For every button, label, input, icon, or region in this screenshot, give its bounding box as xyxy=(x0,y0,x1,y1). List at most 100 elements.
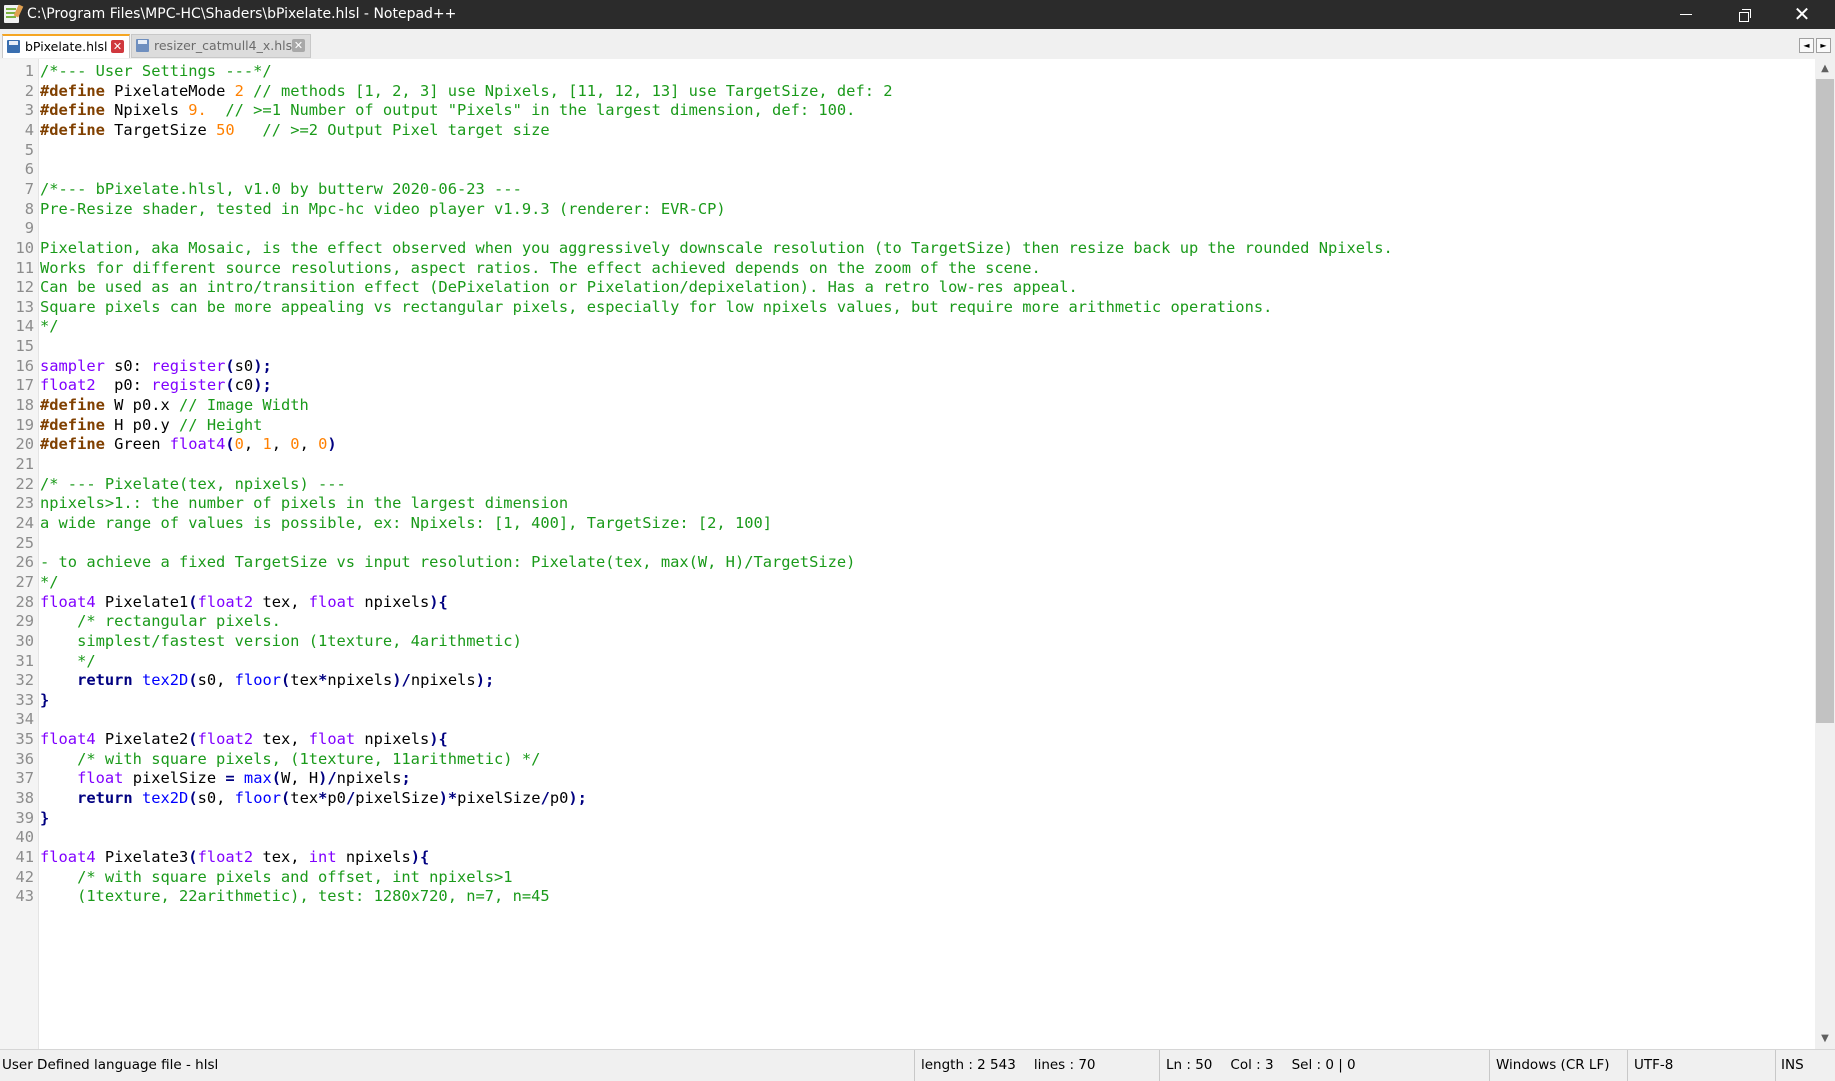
code-token-pre: #define xyxy=(40,81,105,100)
code-token-cmt: /*--- User Settings ---*/ xyxy=(40,62,272,80)
sel-value: Sel : 0 | 0 xyxy=(1291,1057,1356,1073)
restore-button[interactable] xyxy=(1715,0,1773,29)
close-icon: ✕ xyxy=(1793,2,1811,26)
eol-value: Windows (CR LF) xyxy=(1496,1057,1610,1073)
code-token-cmt: Square pixels can be more appealing vs r… xyxy=(40,297,1273,316)
code-token-op: )/ xyxy=(318,769,337,788)
status-eol[interactable]: Windows (CR LF) xyxy=(1489,1050,1627,1081)
code-token-op: ( xyxy=(188,789,198,808)
code-token-plain: tex, xyxy=(253,848,309,866)
code-token-cmt: */ xyxy=(40,651,96,670)
code-token-op: ( xyxy=(281,671,291,690)
arrow-down-icon: ▼ xyxy=(1821,1033,1829,1044)
code-token-type: float2 xyxy=(197,730,254,749)
code-token-cmt: Pre-Resize shader, tested in Mpc-hc vide… xyxy=(40,199,726,218)
scrollbar-thumb[interactable] xyxy=(1816,79,1834,723)
code-token-op: = xyxy=(225,769,235,788)
code-token-op: ( xyxy=(225,356,235,375)
code-token-plain: p0 xyxy=(549,789,569,808)
code-token-type: float xyxy=(77,769,124,788)
minimize-button[interactable] xyxy=(1657,0,1715,29)
status-length: length : 2 543 lines : 70 xyxy=(914,1050,1159,1081)
code-token-op: ( xyxy=(188,671,198,690)
code-token-fn: tex2D xyxy=(141,671,189,690)
code-token-plain: npixels xyxy=(355,592,430,611)
status-encoding[interactable]: UTF-8 xyxy=(1627,1050,1775,1081)
tab-scroll-left-button[interactable]: ◄ xyxy=(1799,38,1814,53)
code-token-plain: c0 xyxy=(234,376,254,395)
code-token-op: ) xyxy=(327,435,337,454)
code-token-cmt: a wide range of values is possible, ex: … xyxy=(40,513,773,532)
code-token-plain: pixelSize xyxy=(355,789,439,808)
code-editor[interactable]: 1 /*--- User Settings ---*/2 #define Pixel… xyxy=(0,59,1815,1049)
code-token-cmt: // Image Width xyxy=(179,396,309,415)
scroll-up-button[interactable]: ▲ xyxy=(1815,59,1835,79)
tab-scroll-right-button[interactable]: ► xyxy=(1816,38,1831,53)
status-bar: User Defined language file - hlsl length… xyxy=(0,1049,1835,1081)
code-token-plain: Pixelate1 xyxy=(95,592,189,611)
code-token-plain: pixelSize xyxy=(123,769,226,788)
code-token-num: 9. xyxy=(188,101,207,120)
code-token-op: ( xyxy=(271,769,282,788)
close-tab-icon[interactable]: ✕ xyxy=(111,40,124,53)
notepad-plus-plus-app-icon[interactable] xyxy=(4,5,19,23)
code-token-op: )* xyxy=(438,789,458,808)
code-token-op: ( xyxy=(225,435,235,454)
code-token-cmt: // >=2 Output Pixel target size xyxy=(234,120,550,139)
status-insert-mode[interactable]: INS xyxy=(1775,1050,1835,1081)
tab-resizer-catmull4[interactable]: resizer_catmull4_x.hlsl ✕ xyxy=(131,34,311,58)
code-token-type: float4 xyxy=(40,592,96,611)
code-token-cmt: // methods [1, 2, 3] use Npixels, [11, 1… xyxy=(243,81,893,100)
code-token-plain: TargetSize xyxy=(104,120,217,139)
code-line[interactable]: 43 (1texture, 22arithmetic), test: 1280x… xyxy=(0,885,1815,908)
code-token-plain: pixelSize xyxy=(457,789,541,808)
code-token-plain: H p0.y xyxy=(104,415,180,434)
code-token-num: 2 xyxy=(234,81,244,100)
code-token-cmt: */ xyxy=(40,317,59,336)
language-label: User Defined language file - hlsl xyxy=(2,1057,219,1073)
code-token-op: * xyxy=(318,789,328,808)
tab-bpixelate[interactable]: bPixelate.hlsl ✕ xyxy=(2,34,130,58)
code-token-plain: , xyxy=(271,435,291,454)
code-token-plain: p0: xyxy=(95,376,152,395)
code-token-plain: s0 xyxy=(234,356,254,375)
scroll-down-button[interactable]: ▼ xyxy=(1815,1029,1835,1049)
code-token-pre: #define xyxy=(40,435,105,454)
code-token-pre: #define xyxy=(40,415,105,434)
vertical-scrollbar[interactable]: ▲ ▼ xyxy=(1815,59,1835,1049)
line-number: 43 xyxy=(15,887,34,906)
code-token-op: ); xyxy=(475,671,495,690)
code-token-plain: s0: xyxy=(104,356,152,375)
code-token-plain: Pixelate2 xyxy=(95,730,189,749)
close-window-button[interactable]: ✕ xyxy=(1773,0,1831,29)
code-token-type: float4 xyxy=(40,730,96,749)
code-token-plain: PixelateMode xyxy=(104,81,235,100)
code-token-plain: npixels xyxy=(410,671,476,690)
code-token-num: 50 xyxy=(216,120,235,139)
code-token-plain: npixels xyxy=(336,848,411,866)
save-icon xyxy=(136,39,149,52)
code-token-cmt: /* with square pixels and offset, int np… xyxy=(40,867,513,886)
code-token-cmt: Works for different source resolutions, … xyxy=(40,258,1041,277)
code-token-fn: max xyxy=(243,769,272,788)
code-token-plain: tex xyxy=(290,789,319,808)
code-token-op: ){ xyxy=(410,848,430,866)
code-token-plain: Npixels xyxy=(104,101,189,120)
close-tab-icon[interactable]: ✕ xyxy=(292,39,305,52)
col-value: Col : 3 xyxy=(1230,1057,1274,1073)
code-token-cmt: (1texture, 22arithmetic), test: 1280x720… xyxy=(40,887,550,906)
code-token-op: ){ xyxy=(429,592,448,611)
arrow-left-icon: ◄ xyxy=(1803,41,1810,50)
length-value: length : 2 543 xyxy=(921,1057,1016,1073)
code-token-cmt: */ xyxy=(40,572,59,591)
code-token-plain: npixels xyxy=(336,769,402,788)
code-token-op: ); xyxy=(253,376,272,395)
code-token-type: sampler xyxy=(40,356,105,375)
code-token-plain: , xyxy=(299,435,319,454)
code-token-type: float xyxy=(308,592,356,611)
line-value: Ln : 50 xyxy=(1166,1057,1213,1073)
minimize-icon xyxy=(1680,14,1692,15)
